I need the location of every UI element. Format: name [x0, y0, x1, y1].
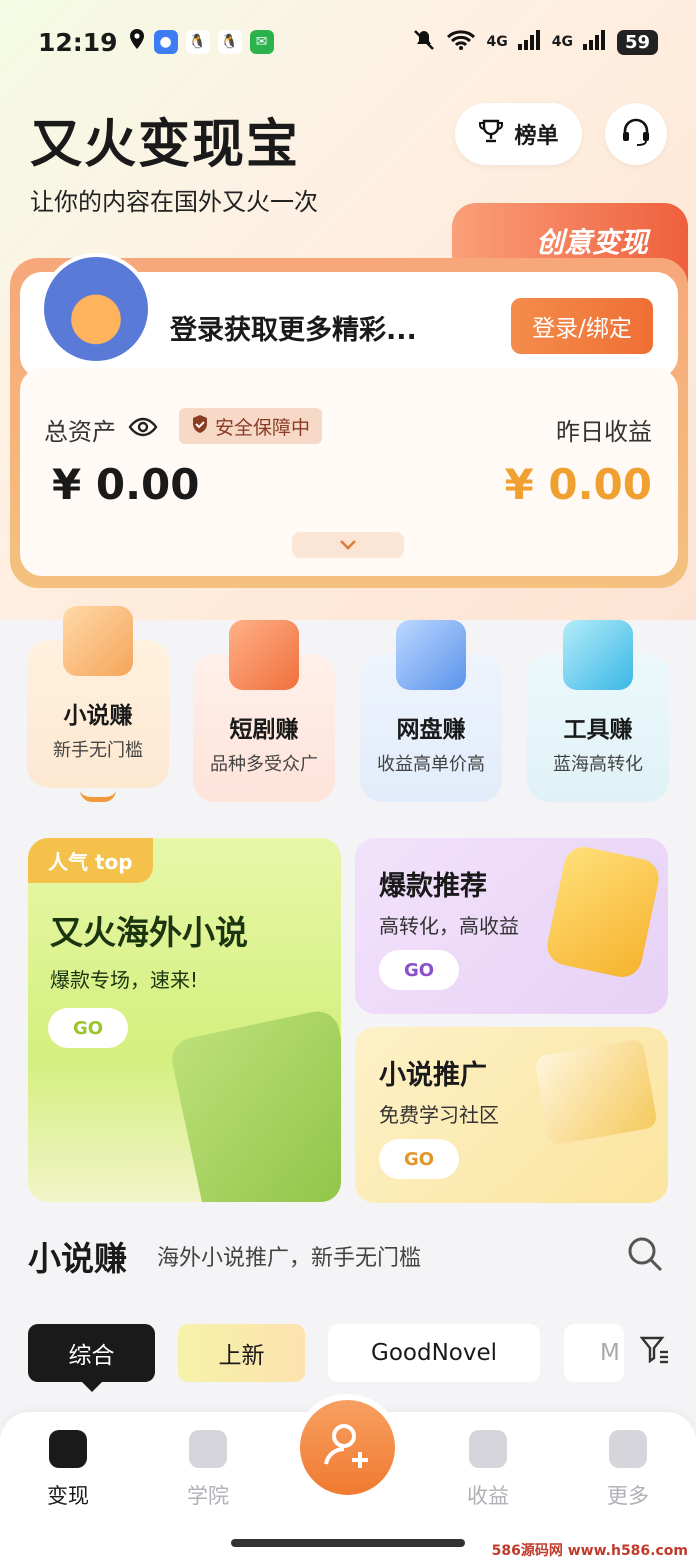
trend-chart-icon	[469, 1430, 507, 1468]
chip-new[interactable]: 上新	[178, 1324, 305, 1382]
signal-icon	[517, 30, 542, 54]
book-illustration	[168, 1007, 341, 1202]
go-button[interactable]: GO	[379, 950, 459, 990]
search-icon[interactable]	[626, 1235, 664, 1277]
category-desc: 蓝海高转化	[553, 754, 643, 775]
go-button[interactable]: GO	[379, 1139, 459, 1179]
network-label-1: 4G	[486, 34, 508, 50]
wechat-icon: ✉	[249, 30, 274, 54]
tab-monetize[interactable]: 变现	[28, 1430, 108, 1510]
shield-icon	[191, 414, 209, 439]
app-subtitle: 让你的内容在国外又火一次	[30, 188, 318, 216]
message-app-icon: ●	[153, 30, 178, 54]
expand-button[interactable]	[292, 532, 404, 558]
tab-earnings[interactable]: 收益	[448, 1430, 528, 1510]
trophy-icon	[478, 118, 504, 150]
mute-icon	[412, 28, 436, 56]
section-subtitle: 海外小说推广，新手无门槛	[157, 1246, 422, 1271]
open-book-icon	[63, 606, 133, 676]
watermark: 586源码网 www.h586.com	[491, 1543, 688, 1559]
location-icon	[128, 28, 146, 56]
section-title: 小说赚	[28, 1239, 127, 1278]
category-name: 工具赚	[563, 717, 633, 743]
promo-subtitle: 免费学习社区	[379, 1103, 499, 1127]
star-card-illustration	[543, 843, 663, 981]
login-prompt[interactable]: 登录获取更多精彩...	[170, 308, 417, 347]
category-name: 短剧赚	[229, 717, 299, 743]
security-badge: 安全保障中	[179, 408, 323, 444]
popular-tag: 人气 top	[28, 838, 153, 883]
tab-label: 变现	[47, 1484, 89, 1508]
chevron-down-icon	[338, 536, 358, 555]
chip-goodnovel[interactable]: GoodNovel	[328, 1324, 540, 1382]
promo-hot-recommend[interactable]: 爆款推荐 高转化，高收益 GO	[355, 838, 668, 1014]
status-bar: 12:19 ● 🐧 🐧 ✉ 4G 4G 59	[0, 0, 696, 84]
total-assets-value: ¥ 0.00	[52, 460, 200, 509]
category-active-indicator	[80, 790, 116, 802]
security-badge-label: 安全保障中	[215, 416, 311, 439]
tab-label: 更多	[607, 1484, 649, 1508]
ranking-button[interactable]: 榜单	[455, 103, 582, 165]
tab-academy[interactable]: 学院	[168, 1430, 248, 1510]
headset-icon	[620, 116, 652, 152]
cloud-icon	[396, 620, 466, 690]
category-tools[interactable]: 工具赚 蓝海高转化	[527, 620, 669, 802]
promo-title: 又火海外小说	[50, 913, 248, 952]
chip-more[interactable]: M	[564, 1324, 624, 1382]
yesterday-income-value: ¥ 0.00	[504, 460, 652, 509]
customer-service-button[interactable]	[605, 103, 667, 165]
total-assets-label-group: 总资产	[44, 412, 158, 447]
promo-subtitle: 高转化，高收益	[379, 914, 519, 938]
app-title: 又火变现宝	[30, 115, 301, 175]
category-short-drama[interactable]: 短剧赚 品种多受众广	[193, 620, 335, 802]
promo-subtitle: 爆款专场，速来!	[50, 968, 199, 992]
qq-icon: 🐧	[185, 30, 210, 54]
category-desc: 收益高单价高	[377, 754, 485, 775]
category-desc: 新手无门槛	[53, 740, 143, 761]
promo-overseas-novel[interactable]: 人气 top 又火海外小说 爆款专场，速来! GO	[28, 838, 341, 1202]
category-name: 网盘赚	[396, 717, 466, 743]
home-indicator	[231, 1539, 465, 1547]
category-desc: 品种多受众广	[210, 754, 318, 775]
eye-icon[interactable]	[128, 416, 158, 444]
promo-title: 小说推广	[379, 1060, 487, 1091]
category-cloud-drive[interactable]: 网盘赚 收益高单价高	[360, 620, 502, 802]
signal-icon-2	[582, 30, 607, 54]
tab-more[interactable]: 更多	[588, 1430, 668, 1510]
wifi-icon	[446, 29, 476, 55]
ranking-label: 榜单	[514, 124, 559, 149]
go-button[interactable]: GO	[48, 1008, 128, 1048]
add-user-icon	[320, 1418, 376, 1478]
category-novel[interactable]: 小说赚 新手无门槛	[27, 606, 169, 788]
qq-icon-2: 🐧	[217, 30, 242, 54]
promo-title: 爆款推荐	[379, 871, 487, 902]
total-assets-label: 总资产	[44, 418, 116, 446]
login-bind-button[interactable]: 登录/绑定	[511, 298, 653, 354]
promo-novel-promotion[interactable]: 小说推广 免费学习社区 GO	[355, 1027, 668, 1203]
video-camera-icon	[229, 620, 299, 690]
category-name: 小说赚	[63, 703, 133, 729]
network-label-2: 4G	[551, 34, 573, 50]
tab-label: 学院	[187, 1484, 229, 1508]
graduation-cap-icon	[189, 1430, 227, 1468]
status-time: 12:19	[38, 27, 118, 57]
chip-all[interactable]: 综合	[28, 1324, 155, 1392]
yesterday-income-label: 昨日收益	[556, 418, 652, 446]
filter-icon[interactable]	[639, 1335, 670, 1369]
add-user-button[interactable]	[294, 1394, 401, 1501]
grid-icon	[609, 1430, 647, 1468]
tab-label: 收益	[467, 1484, 509, 1508]
cubes-icon	[563, 620, 633, 690]
wallet-icon	[49, 1430, 87, 1468]
avatar[interactable]	[40, 253, 152, 365]
battery-indicator: 59	[616, 29, 658, 55]
notebook-illustration	[534, 1038, 658, 1146]
